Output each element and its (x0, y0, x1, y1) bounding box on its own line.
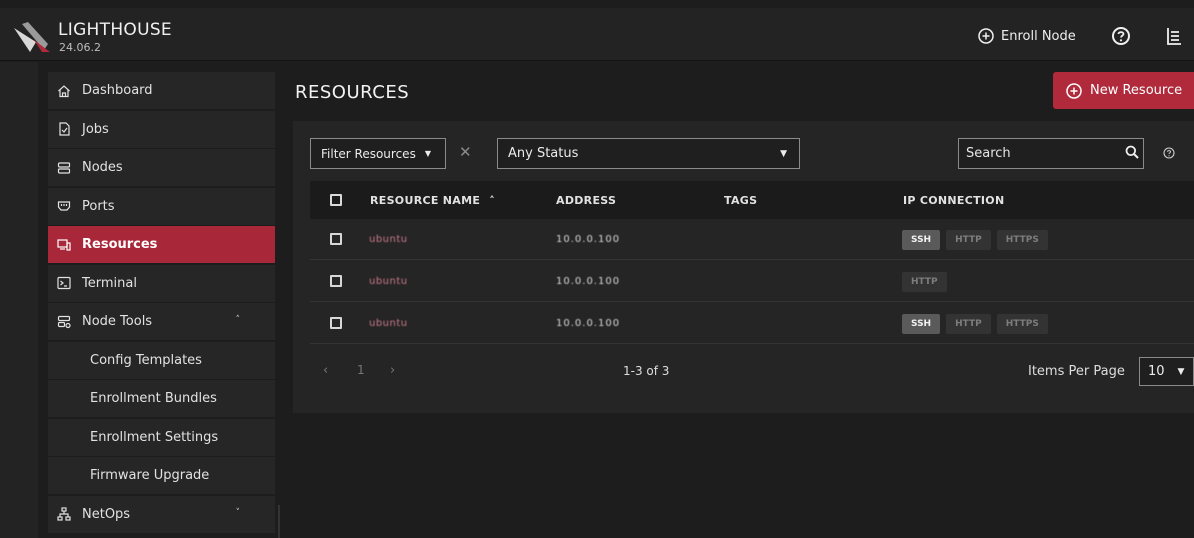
resources-icon (57, 238, 71, 251)
sidebar-subitem-config-templates[interactable]: Config Templates (48, 341, 275, 379)
items-per-page-label: Items Per Page (1028, 364, 1125, 379)
search-icon[interactable] (1125, 145, 1139, 159)
items-per-page-select[interactable]: 10 ▼ (1139, 357, 1194, 386)
page-number[interactable]: 1 (357, 363, 365, 377)
caret-down-icon: ▼ (780, 149, 787, 159)
next-page-icon[interactable]: › (390, 363, 395, 378)
ssh-connection-badge[interactable]: SSH (902, 230, 941, 250)
table-row[interactable]: ubuntu 10.0.0.100 SSH HTTP HTTPS (310, 219, 1194, 260)
http-connection-badge[interactable]: HTTP (946, 230, 991, 250)
sidebar-item-dashboard[interactable]: Dashboard (48, 72, 275, 109)
home-icon (58, 84, 70, 97)
page-title: RESOURCES (295, 82, 410, 103)
sidebar-subitem-enrollment-bundles[interactable]: Enrollment Bundles (48, 380, 275, 417)
resource-address: 10.0.0.100 (556, 318, 621, 329)
plus-circle-icon (978, 28, 994, 44)
sidebar-item-nodes[interactable]: Nodes (48, 149, 275, 186)
filter-resources-label: Filter Resources (321, 146, 416, 161)
previous-page-icon[interactable]: ‹ (323, 363, 328, 378)
sidebar-item-node-tools[interactable]: Node Tools ˄ (48, 303, 275, 340)
row-checkbox[interactable] (330, 275, 342, 287)
enroll-node-button[interactable]: Enroll Node (978, 28, 1076, 44)
http-connection-badge[interactable]: HTTP (946, 314, 991, 334)
items-per-page-value: 10 (1148, 364, 1165, 379)
resource-name-link[interactable]: ubuntu (369, 276, 408, 287)
sidebar-item-label: Node Tools (82, 314, 153, 329)
search-input[interactable] (958, 138, 1144, 169)
column-header-address: ADDRESS (556, 194, 617, 207)
netops-icon (57, 507, 71, 521)
terminal-icon (57, 276, 71, 290)
sidebar-subitem-firmware-upgrade[interactable]: Firmware Upgrade (48, 457, 275, 494)
jobs-icon (59, 122, 70, 136)
sidebar-item-label: Dashboard (82, 83, 153, 98)
filter-resources-dropdown[interactable]: Filter Resources ▼ (310, 138, 446, 169)
sidebar-nav: Dashboard Jobs Nodes Ports Resources Ter… (48, 72, 275, 534)
pagination-count: 1-3 of 3 (623, 364, 670, 378)
sidebar-scroll-divider (278, 505, 280, 538)
ssh-connection-badge[interactable]: SSH (902, 314, 941, 334)
ports-icon (57, 201, 71, 211)
top-bar: LIGHTHOUSE 24.06.2 Enroll Node (0, 8, 1194, 61)
app-version: 24.06.2 (59, 41, 101, 54)
sidebar-item-jobs[interactable]: Jobs (48, 110, 275, 148)
sort-ascending-icon: ˄ (489, 194, 496, 207)
column-header-tags: TAGS (724, 194, 758, 207)
column-header-resource-name[interactable]: RESOURCE NAME ˄ (370, 194, 495, 207)
ip-connection-badges: HTTP (902, 272, 947, 292)
sidebar-item-ports[interactable]: Ports (48, 187, 275, 225)
table-header: RESOURCE NAME ˄ ADDRESS TAGS IP CONNECTI… (310, 181, 1194, 219)
sidebar-item-label: Ports (82, 198, 115, 214)
search-help-icon[interactable] (1163, 147, 1175, 159)
lighthouse-logo-icon[interactable] (12, 22, 52, 54)
resource-address: 10.0.0.100 (556, 276, 621, 287)
new-resource-button[interactable]: New Resource (1053, 72, 1194, 109)
resource-name-link[interactable]: ubuntu (369, 234, 408, 245)
new-resource-label: New Resource (1090, 83, 1183, 98)
sidebar-item-label: Resources (82, 237, 158, 252)
clear-filter-icon[interactable]: ✕ (459, 143, 472, 161)
select-all-checkbox[interactable] (330, 194, 342, 206)
sidebar-subitem-enrollment-settings[interactable]: Enrollment Settings (48, 418, 275, 456)
nodes-icon (57, 161, 71, 174)
sidebar-item-terminal[interactable]: Terminal (48, 264, 275, 302)
resource-address: 10.0.0.100 (556, 234, 621, 245)
row-checkbox[interactable] (330, 233, 342, 245)
table-row[interactable]: ubuntu 10.0.0.100 SSH HTTP HTTPS (310, 303, 1194, 344)
enroll-node-label: Enroll Node (1001, 28, 1076, 44)
sidebar-item-resources[interactable]: Resources (48, 226, 275, 263)
plus-circle-icon (1066, 82, 1082, 99)
left-rail (0, 62, 38, 538)
resource-name-link[interactable]: ubuntu (369, 318, 408, 329)
row-checkbox[interactable] (330, 317, 342, 329)
https-connection-badge[interactable]: HTTPS (996, 314, 1048, 334)
status-select-value: Any Status (508, 146, 579, 161)
menu-icon[interactable] (1164, 26, 1184, 46)
sidebar-item-label: Jobs (82, 121, 109, 137)
column-header-label: RESOURCE NAME (370, 194, 481, 207)
table-row[interactable]: ubuntu 10.0.0.100 HTTP (310, 261, 1194, 302)
chevron-up-icon: ˄ (235, 315, 241, 325)
node-tools-icon (57, 315, 71, 328)
ip-connection-badges: SSH HTTP HTTPS (902, 230, 1048, 250)
caret-down-icon: ▼ (424, 149, 431, 158)
help-icon[interactable] (1111, 26, 1131, 46)
column-header-ip-connection: IP CONNECTION (903, 194, 1005, 207)
resources-panel: Filter Resources ▼ ✕ Any Status ▼ RESOUR… (293, 121, 1194, 413)
https-connection-badge[interactable]: HTTPS (996, 230, 1048, 250)
ip-connection-badges: SSH HTTP HTTPS (902, 314, 1048, 334)
sidebar-item-label: NetOps (82, 506, 131, 522)
status-select[interactable]: Any Status ▼ (497, 138, 800, 169)
chevron-down-icon: ˅ (235, 507, 241, 518)
sidebar-item-label: Terminal (82, 275, 137, 291)
sidebar-item-netops[interactable]: NetOps ˅ (48, 495, 275, 533)
caret-down-icon: ▼ (1177, 366, 1185, 377)
app-title: LIGHTHOUSE (58, 20, 172, 40)
sidebar-item-label: Nodes (82, 160, 123, 175)
http-connection-badge[interactable]: HTTP (902, 272, 947, 292)
